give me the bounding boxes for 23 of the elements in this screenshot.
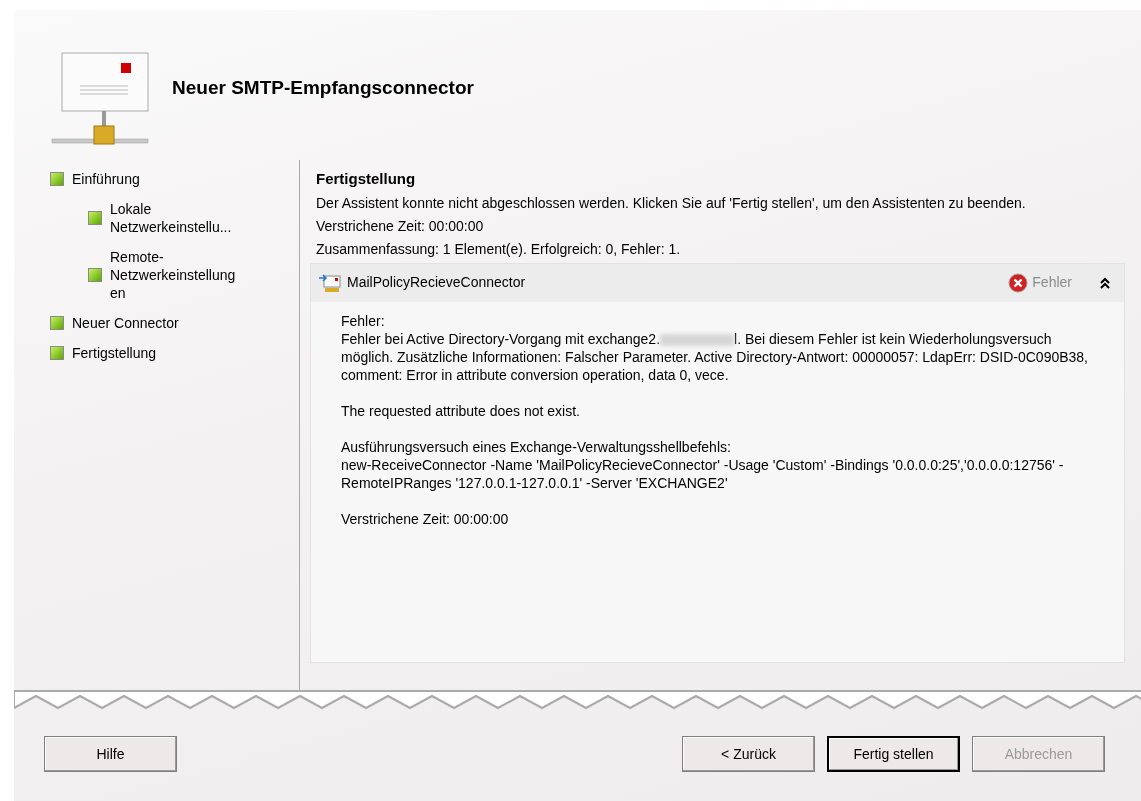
detail-text: Ausführungsversuch eines Exchange-Verwaltungsshellbefehls:	[341, 437, 732, 456]
double-chevron-up-icon	[1100, 277, 1110, 290]
step-label[interactable]: Einführung	[72, 170, 204, 188]
status-text: Fehler	[1032, 273, 1072, 292]
help-button[interactable]: Hilfe	[44, 736, 177, 772]
wizard-button[interactable]: Fertig stellen	[827, 736, 960, 772]
info-text: Verstrichene Zeit: 00:00:00	[316, 216, 485, 235]
detail-text: Fehler:	[341, 311, 386, 330]
connector-icon	[319, 272, 341, 293]
detail-text: Verstrichene Zeit: 00:00:00	[341, 509, 510, 528]
wizard-title: Neuer SMTP-Empfangsconnector	[172, 75, 474, 100]
info-text: Zusammenfassung: 1 Element(e). Erfolgreich: 0, Fehler: 1.	[316, 239, 682, 258]
page-heading: Fertigstellung	[316, 169, 417, 189]
info-text: Der Assistent konnte nicht abgeschlossen werden. Klicken Sie auf 'Fertig stellen', um den Assistenten zu beenden.	[316, 193, 1027, 212]
detail-text: The requested attribute does not exist.	[341, 401, 581, 420]
detail-text: new-ReceiveConnector -Name 'MailPolicyRecieveConnector' -Usage 'Custom' -Bindings '0.0.0.0:25','0.0.0.0:12756' -RemoteIPRanges '127.0.0.1-127.0.0.1' -Server 'EXCHANGE2'	[341, 455, 1065, 492]
step-label[interactable]: Fertigstellung	[72, 344, 204, 362]
step-label[interactable]: Neuer Connector	[72, 314, 204, 332]
detail-text: Fehler bei Active Directory-Vorgang mit exchange2. l. Bei diesem Fehler ist kein Wiederholungsversuch möglich. Zusätzliche Informationen: Falscher Parameter. Active Directory-Antwort: 00000057: LdapErr: DSID-0C090B38, comment: Error in attribute conversion operation, data 0, vece.	[341, 329, 1089, 384]
wizard-button[interactable]: < Zurück	[682, 736, 815, 772]
step-label[interactable]: Lokale Netzwerkeinstellu...	[110, 200, 242, 236]
step-label[interactable]: Remote-Netzwerkeinstellungen	[110, 248, 242, 302]
result-name: MailPolicyRecieveConnector	[347, 273, 527, 292]
